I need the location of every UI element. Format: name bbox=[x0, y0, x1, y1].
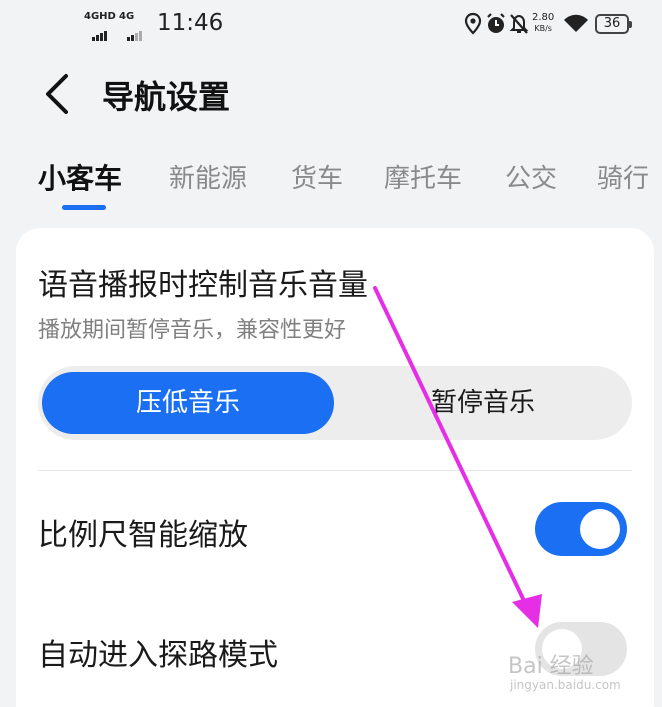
signal-bars-1-icon bbox=[92, 22, 108, 41]
signal-label-2: 4G bbox=[119, 11, 135, 22]
back-arrow-icon[interactable] bbox=[40, 70, 80, 118]
page-title: 导航设置 bbox=[102, 78, 231, 116]
network-speed-unit: KB/s bbox=[534, 24, 552, 33]
smart-scale-toggle[interactable] bbox=[535, 502, 627, 556]
tab-bus[interactable]: 公交 bbox=[505, 158, 557, 195]
smart-scale-title: 比例尺智能缩放 bbox=[38, 518, 248, 553]
alarm-icon bbox=[487, 13, 505, 33]
divider bbox=[38, 470, 632, 471]
tab-motorcycle[interactable]: 摩托车 bbox=[384, 158, 462, 195]
signal-label-1: 4GHD bbox=[84, 11, 116, 22]
status-time: 11:46 bbox=[157, 10, 224, 36]
music-volume-segmented-control: 压低音乐 暂停音乐 bbox=[38, 366, 632, 440]
network-speed: 2.80 KB/s bbox=[532, 12, 554, 34]
settings-card: 语音播报时控制音乐音量 播放期间暂停音乐，兼容性更好 压低音乐 暂停音乐 比例尺… bbox=[16, 228, 654, 707]
status-bar: 4GHD 4G 11:46 2.80 KB/s 36 bbox=[0, 0, 662, 50]
tab-car[interactable]: 小客车 bbox=[38, 157, 122, 197]
watermark-url: jingyan.baidu.com bbox=[510, 678, 621, 692]
pause-music-option[interactable]: 暂停音乐 bbox=[338, 372, 628, 434]
toggle-knob bbox=[580, 509, 620, 549]
watermark-logo: Bai 经验 bbox=[508, 654, 594, 679]
signal-bars-2-icon bbox=[127, 22, 143, 41]
voice-volume-title: 语音播报时控制音乐音量 bbox=[38, 268, 368, 303]
lower-music-option[interactable]: 压低音乐 bbox=[42, 372, 334, 434]
battery-indicator: 36 bbox=[595, 14, 632, 34]
tab-truck[interactable]: 货车 bbox=[291, 158, 343, 195]
tab-new-energy[interactable]: 新能源 bbox=[169, 158, 247, 195]
location-icon bbox=[464, 12, 482, 35]
explore-mode-title: 自动进入探路模式 bbox=[38, 638, 278, 673]
network-speed-value: 2.80 bbox=[532, 12, 555, 23]
wifi-icon bbox=[564, 14, 588, 32]
tab-indicator bbox=[62, 205, 106, 210]
tab-cycling[interactable]: 骑行 bbox=[597, 158, 649, 195]
mute-icon bbox=[509, 14, 529, 34]
voice-volume-subtitle: 播放期间暂停音乐，兼容性更好 bbox=[38, 318, 347, 343]
